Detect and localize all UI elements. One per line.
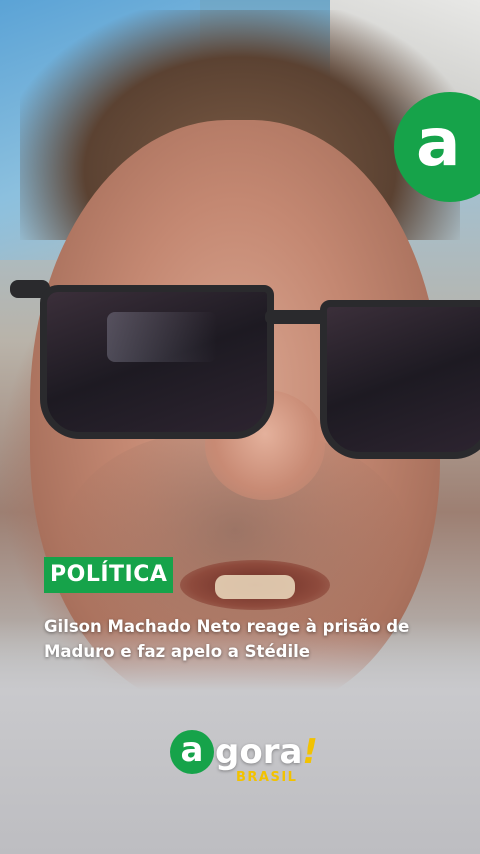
brand-exclamation: !	[302, 732, 318, 772]
person-teeth	[215, 575, 295, 599]
brand-subtitle: BRASIL	[236, 770, 298, 785]
brand-rest: gora	[215, 732, 303, 772]
news-headline: Gilson Machado Neto reage à prisão de Ma…	[44, 617, 410, 661]
sunglasses-left-lens	[40, 285, 274, 439]
brand-first-letter: a	[170, 730, 214, 774]
sunglasses	[10, 275, 480, 460]
sunglasses-right-lens	[320, 300, 480, 459]
video-frame: a POLÍTICA Gilson Machado Neto reage à p…	[0, 0, 480, 854]
corner-logo-letter: a	[416, 104, 461, 181]
category-tag: POLÍTICA	[44, 557, 174, 593]
brand-wordmark: a gora !	[170, 730, 318, 774]
agora-brasil-logo: a gora ! BRASIL	[170, 730, 320, 790]
